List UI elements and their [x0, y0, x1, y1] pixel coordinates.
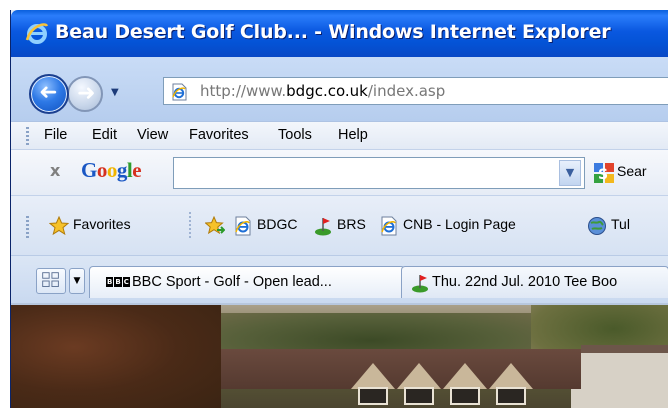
internet-explorer-logo-icon — [25, 23, 49, 44]
tab-bar: ▼ B B C BBC Sport - Golf - Open lead... … — [11, 255, 668, 303]
google-search-input[interactable] — [173, 157, 585, 189]
navigation-bar: ➜ ➜ ▼ http://www.bdgc.co.uk/index.asp — [11, 57, 668, 121]
photo-gable — [489, 363, 533, 389]
toolbar-grip[interactable] — [26, 127, 29, 145]
quick-tabs-button[interactable] — [36, 268, 66, 294]
bbc-badge-letter: B — [106, 277, 114, 287]
chevron-down-icon[interactable]: ▼ — [559, 160, 581, 186]
tab-bbc-sport[interactable]: B B C BBC Sport - Golf - Open lead... — [89, 266, 405, 298]
favorites-bar: Favorites BDGC BRS CNB - Login Page Tul — [11, 195, 668, 255]
close-toolbar-button[interactable]: x — [50, 161, 60, 180]
add-to-favorites-icon[interactable] — [205, 216, 225, 236]
ie-page-icon — [381, 216, 397, 236]
menu-favorites[interactable]: Favorites — [189, 127, 249, 143]
menu-file[interactable]: File — [44, 127, 67, 143]
photo-trees-left — [11, 305, 221, 408]
svg-text:S: S — [598, 167, 608, 183]
bbc-icon: B B C — [106, 277, 130, 287]
google-logo-g2: g — [116, 158, 128, 182]
ie-page-icon — [172, 83, 187, 101]
google-logo-o2: o — [106, 158, 118, 182]
tab-label: BBC Sport - Golf - Open lead... — [132, 274, 332, 290]
photo-gable — [397, 363, 441, 389]
photo-window — [404, 387, 434, 405]
favorites-star-icon — [49, 216, 69, 236]
favorite-link-bdgc[interactable]: BDGC — [257, 216, 297, 232]
url-path: /index.asp — [367, 82, 446, 100]
google-logo-e: e — [132, 158, 142, 182]
window-title: Beau Desert Golf Club... - Windows Inter… — [55, 21, 611, 43]
address-bar[interactable]: http://www.bdgc.co.uk/index.asp — [163, 77, 668, 105]
address-url[interactable]: http://www.bdgc.co.uk/index.asp — [200, 82, 445, 100]
globe-icon — [588, 217, 606, 235]
favorite-link-tul[interactable]: Tul — [611, 216, 630, 232]
menu-help[interactable]: Help — [338, 127, 368, 143]
toolbar-grip[interactable] — [26, 216, 29, 238]
photo-window — [358, 387, 388, 405]
menu-view[interactable]: View — [137, 127, 168, 143]
forward-arrow-icon: ➜ — [77, 81, 96, 106]
tab-list-dropdown-icon[interactable]: ▼ — [69, 268, 85, 294]
forward-button[interactable]: ➜ — [67, 76, 103, 112]
golf-flag-icon — [315, 218, 331, 236]
photo-gable — [443, 363, 487, 389]
history-dropdown-icon[interactable]: ▼ — [111, 87, 123, 99]
tab-label: Thu. 22nd Jul. 2010 Tee Boo — [432, 274, 618, 290]
bbc-badge-letter: C — [122, 277, 130, 287]
google-logo-o1: o — [96, 158, 108, 182]
back-button[interactable]: ➜ — [29, 74, 69, 114]
page-content-photo — [11, 303, 668, 408]
bbc-badge-letter: B — [114, 277, 122, 287]
photo-window — [496, 387, 526, 405]
ie-page-icon — [235, 216, 251, 236]
google-toolbar: x Google ▼ S Sear — [11, 149, 668, 195]
favorite-link-brs[interactable]: BRS — [337, 216, 366, 232]
google-search-icon[interactable]: S — [593, 162, 615, 184]
google-logo-g: G — [81, 158, 97, 182]
photo-house — [571, 353, 668, 408]
favorites-button[interactable]: Favorites — [73, 216, 131, 232]
back-arrow-icon: ➜ — [39, 80, 58, 105]
photo-gable — [351, 363, 395, 389]
url-host: bdgc.co.uk — [286, 82, 368, 100]
google-logo: Google — [81, 158, 142, 183]
url-prefix: http://www. — [200, 82, 287, 100]
tab-tee-booking[interactable]: Thu. 22nd Jul. 2010 Tee Boo — [401, 266, 668, 298]
photo-window — [450, 387, 480, 405]
golf-flag-icon — [412, 275, 428, 293]
menu-tools[interactable]: Tools — [278, 127, 312, 143]
google-search-button-label[interactable]: Sear — [617, 163, 647, 179]
menu-edit[interactable]: Edit — [92, 127, 117, 143]
ie-window: Beau Desert Golf Club... - Windows Inter… — [10, 10, 668, 408]
title-bar[interactable]: Beau Desert Golf Club... - Windows Inter… — [11, 10, 668, 57]
favorites-separator — [189, 212, 191, 240]
favorite-link-cnb-login[interactable]: CNB - Login Page — [403, 216, 516, 232]
quick-tabs-grid-icon — [42, 272, 59, 287]
menu-bar: File Edit View Favorites Tools Help — [11, 121, 668, 149]
